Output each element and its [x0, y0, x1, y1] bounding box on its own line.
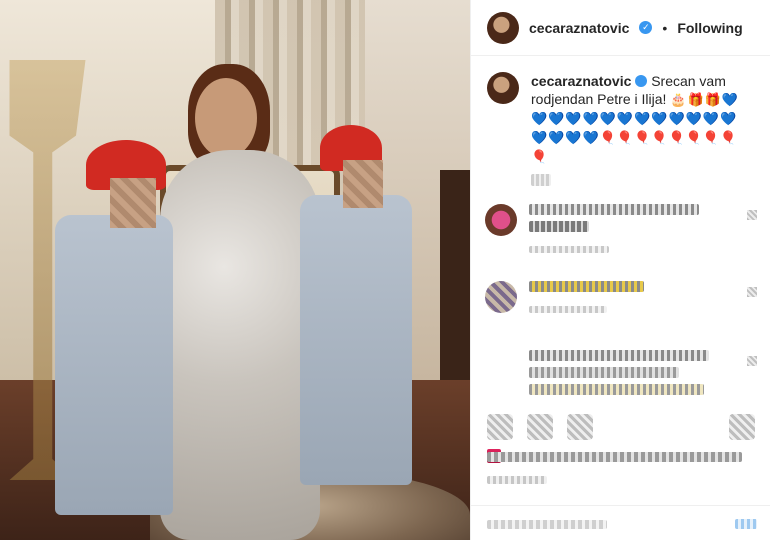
comment-text: [529, 281, 644, 292]
comment-item: [485, 204, 757, 259]
photo-woman-face: [195, 78, 257, 158]
photo-boy-left: [55, 215, 173, 515]
comment-body: [529, 281, 757, 319]
avatar[interactable]: [487, 11, 519, 44]
likes-count[interactable]: [487, 452, 742, 462]
comment-body: [529, 350, 757, 401]
heart-icon[interactable]: [747, 210, 757, 220]
comment-item: [485, 281, 757, 319]
comment-item: [485, 350, 757, 401]
verified-icon: [635, 75, 648, 87]
post-timestamp: [487, 476, 547, 484]
post-header: cecaraznatovic ✓ • Following: [471, 0, 770, 56]
heart-icon[interactable]: [487, 414, 513, 440]
photo-boy-right: [300, 195, 412, 485]
photo-cabinet: [440, 170, 470, 380]
action-bar: [487, 412, 755, 442]
caption-username[interactable]: cecaraznatovic: [531, 73, 631, 89]
caption-timestamp: [531, 174, 551, 186]
caption: cecaraznatovic Srecan vam rodjendan Petr…: [471, 56, 770, 166]
add-comment-bar: [471, 505, 770, 540]
following-button[interactable]: Following: [677, 20, 742, 36]
comment-meta: [529, 306, 607, 313]
comment-text: [529, 367, 679, 378]
verified-icon: ✓: [639, 21, 653, 34]
comment-meta: [529, 246, 609, 253]
separator-dot: •: [662, 19, 668, 36]
comment-icon[interactable]: [527, 414, 553, 440]
comment-avatar[interactable]: [485, 204, 517, 236]
share-icon[interactable]: [567, 414, 593, 440]
photo-woman-dress: [160, 150, 320, 540]
heart-icon[interactable]: [747, 356, 757, 366]
blurred-face-left: [110, 178, 156, 228]
comment-text: [529, 221, 589, 232]
blurred-face-right: [343, 160, 383, 208]
comment-avatar[interactable]: [485, 281, 517, 313]
post-comment-button[interactable]: [735, 519, 757, 529]
comment-avatar[interactable]: [485, 350, 517, 382]
comment-input[interactable]: [487, 520, 607, 529]
comment-text: [529, 350, 709, 361]
caption-avatar[interactable]: [487, 72, 519, 104]
comment-text: [529, 384, 704, 395]
heart-icon[interactable]: [747, 287, 757, 297]
username-link[interactable]: cecaraznatovic: [529, 20, 629, 36]
comment-text: [529, 204, 699, 215]
save-icon[interactable]: [729, 414, 755, 440]
comment-body: [529, 204, 757, 259]
post-sidebar: cecaraznatovic ✓ • Following cecaraznato…: [470, 0, 770, 540]
caption-text-block: cecaraznatovic Srecan vam rodjendan Petr…: [531, 72, 746, 166]
post-photo[interactable]: [0, 0, 470, 540]
